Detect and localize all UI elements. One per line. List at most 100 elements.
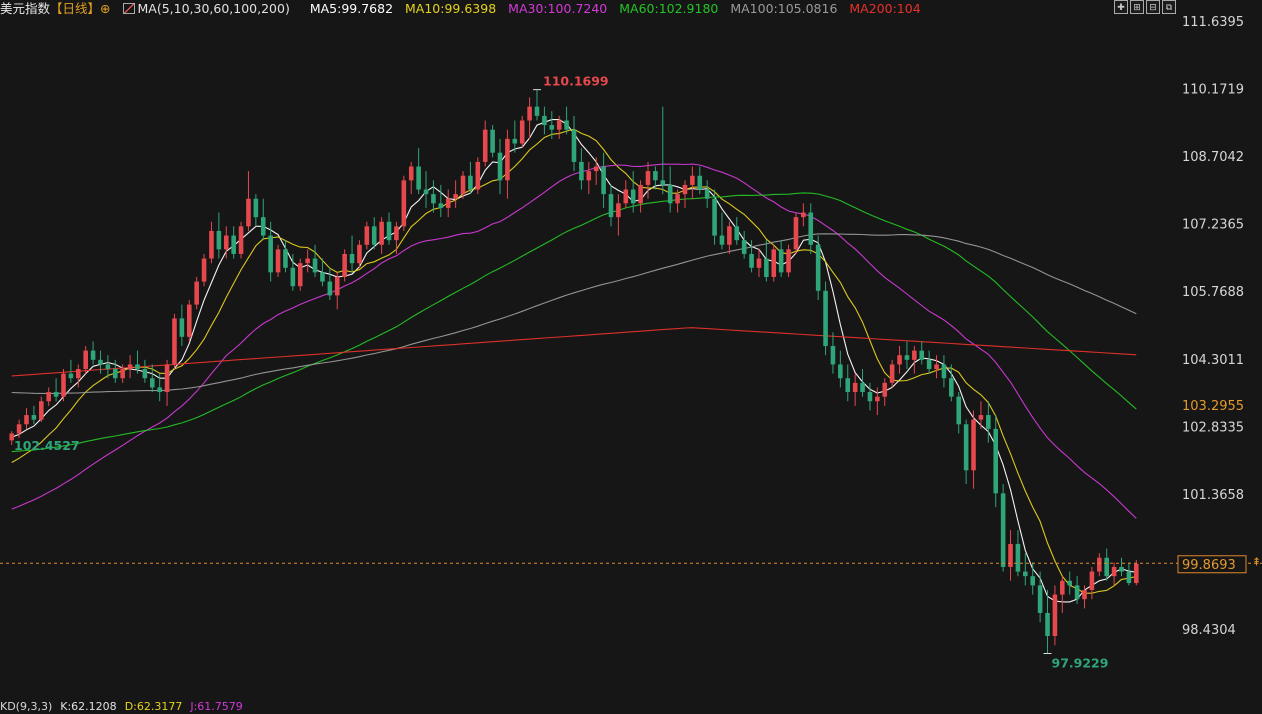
candle-body [90, 350, 96, 360]
candle-body [675, 194, 680, 204]
y-tick-label: 105.7688 [1182, 285, 1244, 300]
candle-body [68, 373, 74, 379]
candle [786, 244, 791, 277]
candle [771, 244, 777, 282]
candle-body [1052, 594, 1058, 637]
period-label[interactable]: 【日线】 [50, 1, 100, 16]
j-value: J:61.7579 [190, 700, 243, 713]
candle-body [993, 428, 999, 494]
candle-body [912, 350, 917, 360]
candle-body [882, 382, 888, 397]
high-annotation: 110.1699 [543, 74, 609, 89]
indicator-legend: KD(9,3,3) K:62.1208 D:62.3177 J:61.7579 [0, 700, 251, 714]
candle-body [460, 175, 466, 195]
candle [993, 415, 999, 508]
candle-body [260, 217, 266, 236]
candle-body [1111, 566, 1117, 577]
kd-label: KD(9,3,3) [0, 700, 53, 713]
ma-params-label: MA(5,10,30,60,100,200) [137, 1, 290, 16]
candle-body [268, 235, 273, 273]
candle-body [875, 396, 880, 402]
candle-body [497, 152, 503, 181]
candle-body [431, 194, 436, 204]
price-chart[interactable]: 110.1699 97.9229 102.4527 111.6395 110.1719… [0, 0, 1262, 708]
ma100-value: MA100:105.0816 [730, 1, 838, 16]
candle-body [1134, 563, 1139, 584]
candle-body [157, 387, 162, 393]
candle-body [1037, 585, 1043, 613]
candle [186, 299, 192, 342]
k-value: K:62.1208 [60, 700, 117, 713]
candle-body [897, 355, 902, 365]
candle-body [645, 171, 651, 185]
zoom-in-icon[interactable]: ⊞ [1130, 0, 1144, 14]
candle-body [845, 378, 851, 393]
candle-body [216, 230, 222, 250]
candle-body [142, 369, 148, 379]
candle-body [386, 221, 392, 241]
candle-body [75, 369, 81, 379]
candle-body [741, 240, 747, 254]
candle-body [1104, 557, 1109, 577]
candle-body [149, 378, 155, 388]
candle-body [823, 290, 828, 347]
candle-body [852, 382, 858, 393]
candle-body [616, 203, 621, 218]
candle [793, 212, 799, 254]
candle-body [727, 226, 732, 245]
candle-body [815, 244, 821, 291]
candle-body [223, 235, 229, 250]
chart-toolbar: ✚ ⊞ ⊟ ⧉ [1114, 0, 1176, 14]
candle [194, 276, 199, 310]
candle-body [468, 175, 473, 190]
candlestick-chart[interactable]: 110.1699 97.9229 102.4527 111.6395 110.1719… [0, 0, 1262, 708]
candle-body [1097, 557, 1102, 572]
candle-body [194, 281, 199, 305]
ma200-value: MA200:104 [849, 1, 921, 16]
candle [61, 369, 66, 402]
candle-body [275, 249, 281, 273]
candle [275, 244, 281, 277]
candle-body [660, 180, 666, 185]
candle-body [416, 166, 421, 190]
candle-body [61, 373, 66, 397]
candle-body [534, 106, 540, 116]
candle-body [838, 364, 843, 379]
restore-icon[interactable]: ⧉ [1162, 0, 1176, 14]
candle-body [556, 120, 562, 130]
candle-body [830, 346, 836, 365]
candle-body [357, 244, 362, 264]
zoom-out-icon[interactable]: ⊟ [1146, 0, 1160, 14]
settings-icon[interactable]: ⊕ [100, 1, 110, 16]
candle-body [334, 276, 340, 296]
candle-body [771, 249, 777, 277]
candle-body [608, 194, 614, 218]
crosshair-icon[interactable]: ✚ [1114, 0, 1128, 14]
candle-body [445, 198, 451, 208]
candle-body [719, 235, 725, 245]
candle [172, 313, 177, 370]
candle-body [172, 318, 177, 365]
candle-body [512, 138, 518, 144]
candle-body [1119, 566, 1124, 572]
candle-body [889, 364, 895, 383]
candle-body [39, 401, 44, 420]
candle-body [31, 415, 37, 420]
candle-body [904, 355, 910, 360]
ma60-value: MA60:102.9180 [619, 1, 719, 16]
candle-body [653, 171, 658, 181]
y-tick-label: 107.2365 [1182, 218, 1244, 233]
candle-body [949, 378, 954, 397]
candle-body [320, 272, 325, 282]
candle-body [801, 212, 806, 218]
candle-body [1089, 571, 1095, 590]
candle-body [542, 115, 547, 126]
candle-body [401, 180, 407, 227]
candle-body [105, 364, 111, 370]
candle-body [564, 120, 569, 130]
candle-body [238, 226, 244, 254]
candle-body [297, 263, 303, 287]
candle [1134, 560, 1139, 586]
candle-body [756, 258, 762, 268]
candle-body [1045, 612, 1050, 637]
